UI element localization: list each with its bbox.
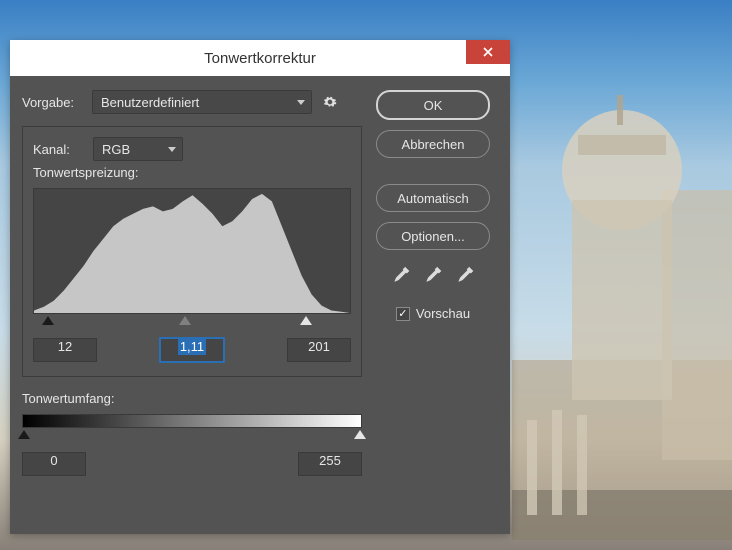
channel-panel: Kanal: RGB Tonwertspreizung:	[22, 126, 362, 377]
midtone-input[interactable]: 1,11	[160, 338, 224, 362]
ok-button[interactable]: OK	[376, 90, 490, 120]
auto-button[interactable]: Automatisch	[376, 184, 490, 212]
gear-icon[interactable]	[322, 94, 338, 110]
shadow-input[interactable]: 12	[33, 338, 97, 362]
preset-dropdown[interactable]: Benutzerdefiniert	[92, 90, 312, 114]
histogram	[33, 188, 351, 314]
output-white-slider[interactable]	[354, 430, 366, 439]
preview-label: Vorschau	[416, 306, 470, 321]
preview-checkbox-row: ✓ Vorschau	[396, 306, 470, 321]
close-icon	[483, 47, 493, 57]
titlebar: Tonwertkorrektur	[10, 40, 510, 76]
black-point-eyedropper-icon[interactable]	[391, 266, 411, 286]
options-button[interactable]: Optionen...	[376, 222, 490, 250]
white-point-eyedropper-icon[interactable]	[455, 266, 475, 286]
preset-label: Vorgabe:	[22, 95, 92, 110]
output-white-input[interactable]: 255	[298, 452, 362, 476]
levels-dialog: Tonwertkorrektur Vorgabe: Benutzerdefini…	[10, 40, 510, 534]
input-levels-label: Tonwertspreizung:	[33, 165, 351, 180]
input-slider-track	[33, 316, 351, 330]
highlight-slider[interactable]	[300, 316, 312, 325]
channel-dropdown[interactable]: RGB	[93, 137, 183, 161]
midtone-slider[interactable]	[179, 316, 191, 325]
output-black-slider[interactable]	[18, 430, 30, 439]
preset-value: Benutzerdefiniert	[101, 95, 199, 110]
gray-point-eyedropper-icon[interactable]	[423, 266, 443, 286]
eyedropper-group	[391, 266, 475, 286]
dialog-title: Tonwertkorrektur	[204, 50, 316, 67]
highlight-input[interactable]: 201	[287, 338, 351, 362]
output-slider-track	[22, 430, 362, 444]
cancel-button[interactable]: Abbrechen	[376, 130, 490, 158]
output-levels-label: Tonwertumfang:	[22, 391, 362, 406]
channel-value: RGB	[102, 142, 130, 157]
channel-label: Kanal:	[33, 142, 93, 157]
output-gradient	[22, 414, 362, 428]
background-photo	[512, 60, 732, 540]
preview-checkbox[interactable]: ✓	[396, 307, 410, 321]
shadow-slider[interactable]	[42, 316, 54, 325]
output-black-input[interactable]: 0	[22, 452, 86, 476]
close-button[interactable]	[466, 40, 510, 64]
